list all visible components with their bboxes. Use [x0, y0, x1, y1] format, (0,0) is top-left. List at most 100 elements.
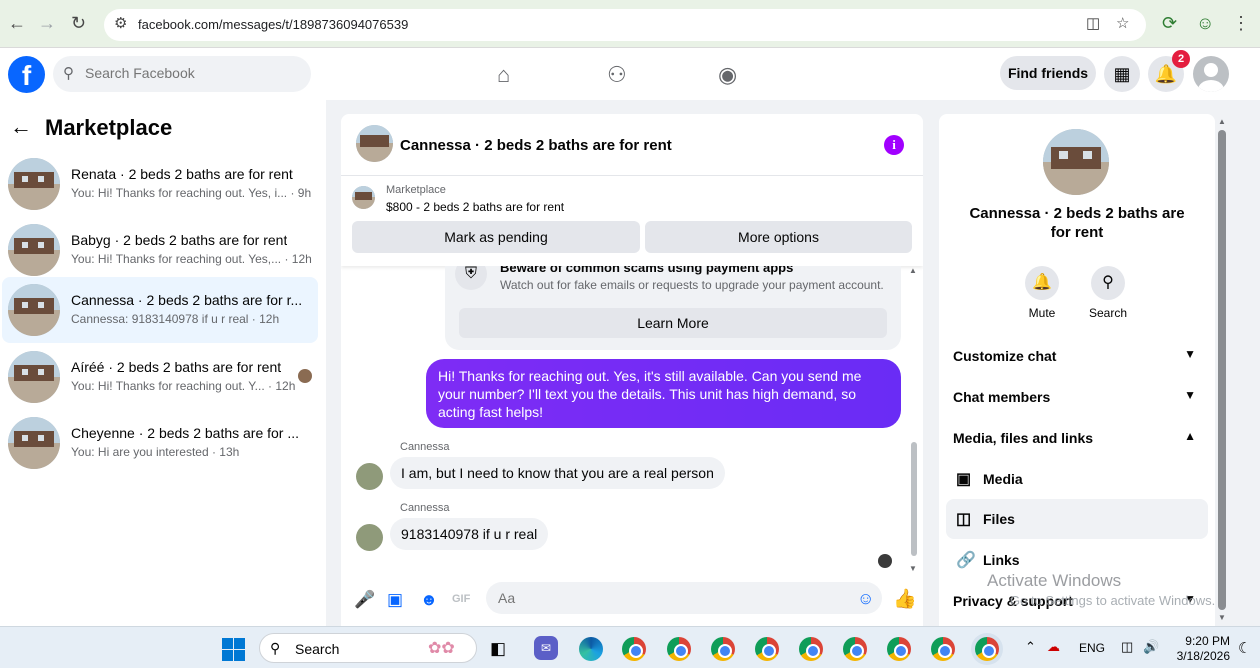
microphone-icon[interactable]: 🎤: [354, 590, 375, 610]
windows-start-icon[interactable]: [222, 638, 245, 661]
media-row[interactable]: ▣ Media: [946, 459, 1208, 499]
seen-indicator-avatar: [878, 554, 892, 568]
conversation-item[interactable]: Cheyenne · 2 beds 2 baths are for ... Yo…: [2, 410, 318, 476]
photo-icon[interactable]: ▣: [387, 590, 403, 610]
listing-price[interactable]: $800 - 2 beds 2 baths are for rent: [386, 200, 564, 214]
chrome-icon[interactable]: [931, 637, 955, 661]
edge-icon[interactable]: [579, 637, 603, 661]
files-row[interactable]: ◫ Files: [946, 499, 1208, 539]
mute-action[interactable]: 🔔 Mute: [1007, 266, 1077, 320]
windows-taskbar: ⚲ Search ✿✿ ◧ ✉ ⌃ ☁ ENG ◫ 🔊 9:20 PM 3/18…: [0, 626, 1260, 668]
profile-icon[interactable]: ☺: [1196, 13, 1214, 34]
search-action[interactable]: ⚲ Search: [1073, 266, 1143, 320]
listing-thumbnail[interactable]: [352, 186, 375, 209]
scrollbar-thumb[interactable]: [1218, 130, 1226, 610]
mute-label: Mute: [1028, 306, 1056, 320]
chat-thumbnail[interactable]: [356, 125, 393, 162]
language-indicator[interactable]: ENG: [1079, 641, 1105, 655]
chevron-down-icon: ▼: [1184, 388, 1196, 402]
chrome-icon[interactable]: [711, 637, 735, 661]
scrollbar-thumb[interactable]: [911, 442, 917, 556]
menu-icon[interactable]: ⋮: [1232, 13, 1250, 34]
scroll-down-icon[interactable]: ▼: [1218, 613, 1226, 622]
chevron-up-icon: ▲: [1184, 429, 1196, 443]
task-view-icon[interactable]: ◧: [490, 639, 506, 659]
taskbar-search[interactable]: ⚲ Search ✿✿: [259, 633, 477, 663]
teams-icon[interactable]: ✉: [534, 636, 558, 660]
chrome-icon-active[interactable]: [975, 637, 999, 661]
chat-avatar-large[interactable]: [1043, 129, 1109, 195]
row-label: Links: [983, 552, 1020, 568]
conversation-preview: You: Hi are you interested · 13h: [71, 445, 240, 459]
scam-warning-card: ⛨ Beware of common scams using payment a…: [445, 266, 901, 350]
scroll-up-icon[interactable]: ▲: [909, 266, 917, 275]
mark-as-pending-button[interactable]: Mark as pending: [352, 221, 640, 253]
chrome-icon[interactable]: [843, 637, 867, 661]
customize-chat-row[interactable]: Customize chat ▼: [946, 336, 1208, 376]
notification-moon-icon[interactable]: ☾: [1238, 639, 1251, 657]
clock[interactable]: 9:20 PM 3/18/2026: [1176, 634, 1230, 664]
sticker-icon[interactable]: ☻: [420, 590, 438, 610]
chrome-icon[interactable]: [622, 637, 646, 661]
display-icon[interactable]: ◫: [1121, 639, 1133, 655]
gif-icon[interactable]: GIF: [452, 593, 470, 605]
address-bar[interactable]: ⚙ facebook.com/messages/t/18987360940765…: [104, 9, 1146, 41]
groups-icon[interactable]: ◉: [718, 62, 737, 88]
conversation-preview: You: Hi! Thanks for reaching out. Yes,..…: [71, 252, 312, 266]
chrome-icon[interactable]: [667, 637, 691, 661]
message-sender: Cannessa: [400, 502, 450, 514]
outgoing-message[interactable]: Hi! Thanks for reaching out. Yes, it's s…: [426, 359, 901, 428]
search-input[interactable]: [85, 65, 295, 81]
conversation-item[interactable]: Aíréé · 2 beds 2 baths are for rent You:…: [2, 344, 318, 410]
site-settings-icon[interactable]: ⚙: [114, 14, 127, 32]
bookmark-star-icon[interactable]: ☆: [1116, 14, 1129, 32]
scam-warning-title: Beware of common scams using payment app…: [500, 266, 794, 275]
thumbs-up-icon[interactable]: 👍: [893, 587, 917, 611]
listing-thumbnail: [8, 158, 60, 210]
account-avatar[interactable]: [1193, 56, 1229, 92]
reload-icon[interactable]: ↻: [71, 13, 86, 34]
volume-icon[interactable]: 🔊: [1143, 639, 1159, 655]
message-input[interactable]: [486, 582, 882, 614]
details-scrollbar[interactable]: ▲ ▼: [1215, 114, 1229, 626]
chat-title[interactable]: Cannessa · 2 beds 2 baths are for rent: [400, 137, 672, 154]
more-options-button[interactable]: More options: [645, 221, 912, 253]
sender-avatar[interactable]: [356, 463, 383, 490]
install-app-icon[interactable]: ◫: [1086, 14, 1100, 32]
media-files-links-row[interactable]: Media, files and links ▲: [946, 418, 1208, 458]
conversation-item[interactable]: Babyg · 2 beds 2 baths are for rent You:…: [2, 217, 318, 283]
forward-icon[interactable]: →: [38, 13, 56, 34]
incoming-message[interactable]: I am, but I need to know that you are a …: [390, 457, 725, 489]
home-icon[interactable]: ⌂: [497, 62, 510, 88]
pane-title: Marketplace: [45, 115, 173, 140]
chrome-icon[interactable]: [887, 637, 911, 661]
chevron-up-icon[interactable]: ⌃: [1025, 639, 1036, 655]
incoming-message[interactable]: 9183140978 if u r real: [390, 518, 549, 550]
chrome-icon[interactable]: [755, 637, 779, 661]
chat-members-row[interactable]: Chat members ▼: [946, 377, 1208, 417]
scroll-down-icon[interactable]: ▼: [909, 564, 917, 573]
back-arrow-icon[interactable]: ←: [10, 114, 32, 140]
chrome-icon[interactable]: [799, 637, 823, 661]
marketplace-listing-banner: Marketplace $800 - 2 beds 2 baths are fo…: [341, 176, 923, 266]
extension-icon[interactable]: ⟳: [1162, 13, 1177, 34]
sender-avatar[interactable]: [356, 524, 383, 551]
scroll-up-icon[interactable]: ▲: [1218, 117, 1226, 126]
search-icon: ⚲: [270, 640, 281, 656]
find-friends-button[interactable]: Find friends: [1000, 56, 1096, 90]
back-icon[interactable]: ←: [8, 13, 26, 34]
facebook-logo-icon[interactable]: f: [8, 56, 45, 93]
facebook-search[interactable]: ⚲: [53, 56, 311, 92]
emoji-icon[interactable]: ☺: [857, 589, 874, 609]
friends-icon[interactable]: ⚇: [607, 62, 627, 88]
network-icon[interactable]: ☁: [1047, 639, 1060, 655]
menu-grid-icon[interactable]: ▦: [1104, 56, 1140, 92]
learn-more-button[interactable]: Learn More: [459, 308, 887, 338]
conversation-item[interactable]: Renata · 2 beds 2 baths are for rent You…: [2, 151, 318, 217]
search-label: Search: [1088, 306, 1128, 320]
chat-name: Cannessa · 2 beds 2 baths are for rent: [969, 205, 1185, 241]
info-icon[interactable]: i: [884, 135, 904, 155]
message-scrollbar[interactable]: ▲ ▼: [909, 266, 919, 576]
conversation-item-selected[interactable]: Cannessa · 2 beds 2 baths are for r... C…: [2, 277, 318, 343]
image-icon: ▣: [956, 471, 972, 488]
